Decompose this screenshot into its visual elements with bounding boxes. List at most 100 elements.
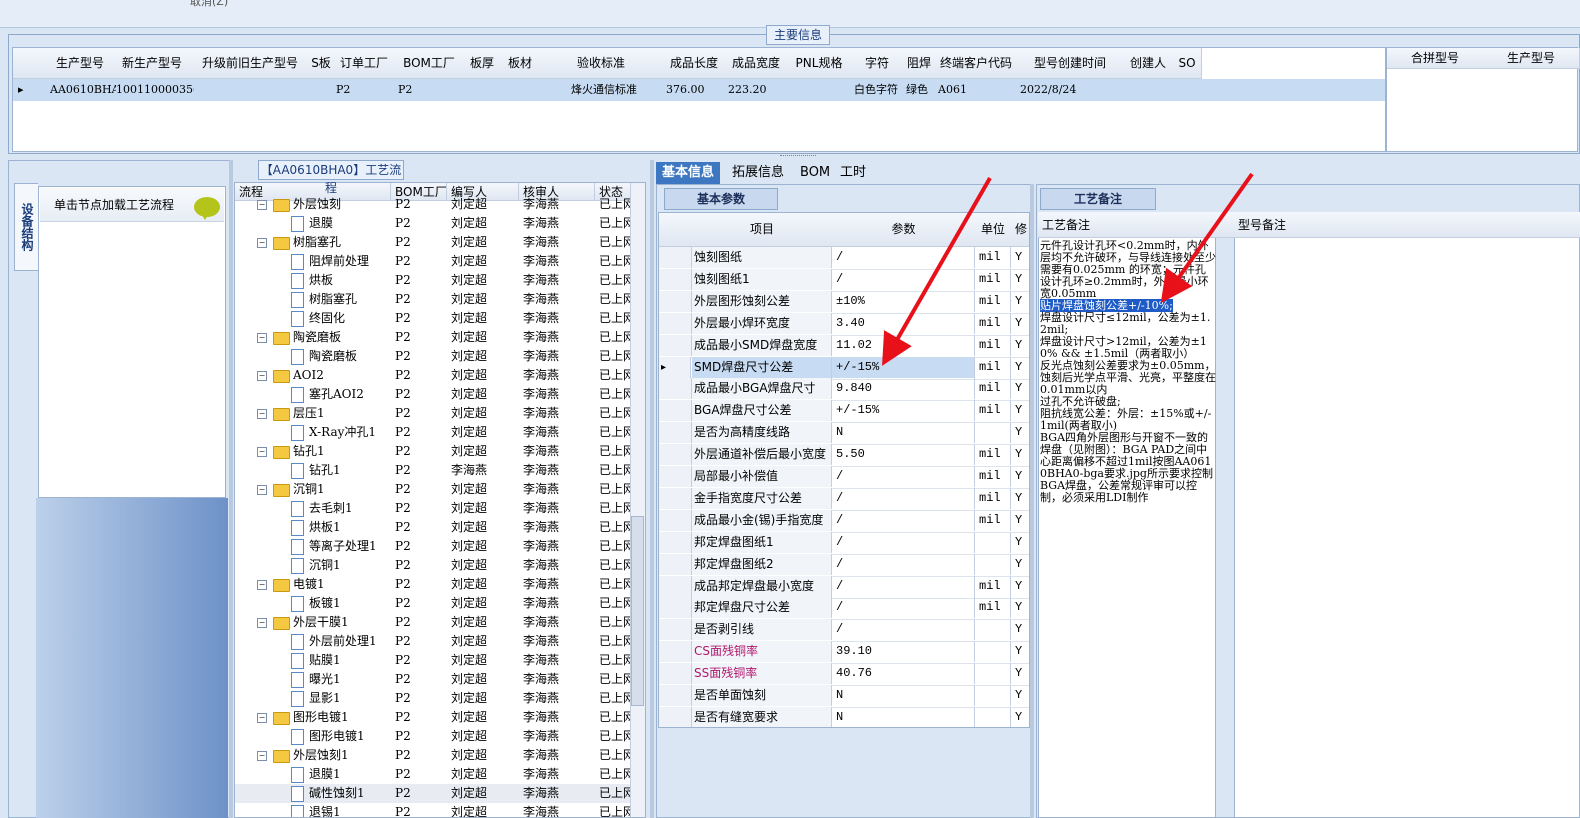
expand-toggle-icon[interactable]: −: [257, 447, 267, 457]
tree-node-name[interactable]: 陶瓷磨板: [293, 328, 391, 347]
tree-row[interactable]: 烘板1 P2 刘定超 李海燕 已上网: [235, 518, 631, 537]
param-value-cell[interactable]: /: [832, 575, 975, 597]
tree-row[interactable]: 显影1 P2 刘定超 李海燕 已上网: [235, 689, 631, 708]
expand-toggle-icon[interactable]: −: [257, 751, 267, 761]
tree-node-name[interactable]: 碱性蚀刻1: [309, 784, 391, 803]
expand-toggle-icon[interactable]: −: [257, 371, 267, 381]
param-row[interactable]: 蚀刻图纸 / mil Y: [659, 247, 1029, 270]
param-value-cell[interactable]: N: [832, 422, 975, 444]
row-selector[interactable]: [659, 247, 692, 268]
tree-row[interactable]: − AOI2 P2 刘定超 李海燕 已上网: [235, 366, 631, 385]
param-row[interactable]: SS面残铜率 40.76 Y: [659, 663, 1029, 687]
grid-corner-cell[interactable]: [659, 213, 693, 247]
table-cell[interactable]: [1173, 79, 1204, 101]
column-header[interactable]: 验收标准: [539, 48, 664, 79]
column-header[interactable]: 终端客户代码: [935, 48, 1018, 79]
param-row[interactable]: 邦定焊盘图纸2/ Y: [659, 553, 1029, 577]
row-selector[interactable]: [659, 466, 692, 487]
param-value-cell[interactable]: /: [832, 597, 975, 619]
tree-node-name[interactable]: 沉铜1: [293, 480, 391, 499]
tree-row[interactable]: 沉铜1 P2 刘定超 李海燕 已上网: [235, 556, 631, 575]
cancel-menu-hint[interactable]: 取消(Z): [190, 0, 228, 9]
expand-toggle-icon[interactable]: −: [257, 409, 267, 419]
row-selector[interactable]: [659, 641, 692, 663]
tree-row[interactable]: X-Ray冲孔1 P2 刘定超 李海燕 已上网: [235, 423, 631, 442]
tree-row[interactable]: 贴膜1 P2 刘定超 李海燕 已上网: [235, 651, 631, 670]
tree-row[interactable]: 退膜1 P2 刘定超 李海燕 已上网: [235, 765, 631, 784]
tree-node-name[interactable]: 烘板1: [309, 518, 391, 537]
table-cell[interactable]: 白色字符: [851, 79, 906, 101]
table-row[interactable]: ▸ AA0610BHA010011000035670 P2P2 烽火通信标准376.0…: [13, 79, 1385, 101]
column-header[interactable]: SO: [1173, 48, 1202, 79]
tree-node-name[interactable]: 外层前处理1: [309, 632, 391, 651]
tree-node-name[interactable]: 树脂塞孔: [293, 233, 391, 252]
param-row[interactable]: 成品邦定焊盘最小宽度 / mil Y: [659, 575, 1029, 599]
column-header[interactable]: 生产型号: [1483, 48, 1580, 69]
row-selector[interactable]: [659, 685, 692, 706]
table-cell[interactable]: 223.20: [725, 79, 790, 101]
tree-row[interactable]: − 钻孔1 P2 刘定超 李海燕 已上网: [235, 442, 631, 461]
param-value-cell[interactable]: N: [832, 685, 975, 706]
param-value-cell[interactable]: /: [832, 247, 975, 268]
tree-row[interactable]: 退膜 P2 刘定超 李海燕 已上网: [235, 214, 631, 233]
tree-node-name[interactable]: 退膜1: [309, 765, 391, 784]
table-cell[interactable]: [191, 79, 312, 101]
param-row[interactable]: 成品最小金(锡)手指宽度 / mil Y: [659, 509, 1029, 533]
param-value-cell[interactable]: /: [832, 509, 975, 531]
tree-row[interactable]: − 电镀1 P2 刘定超 李海燕 已上网: [235, 575, 631, 594]
row-selector[interactable]: [659, 509, 692, 531]
param-value-cell[interactable]: 40.76: [832, 663, 975, 685]
tree-row[interactable]: − 外层蚀刻1 P2 刘定超 李海燕 已上网: [235, 746, 631, 765]
tab-basic-info[interactable]: 基本信息: [656, 162, 721, 184]
tree-scrollbar-thumb[interactable]: [631, 516, 644, 706]
param-row[interactable]: 成品最小BGA焊盘尺寸 9.840 mil Y: [659, 378, 1029, 402]
table-cell[interactable]: P2: [395, 79, 466, 101]
expand-toggle-icon[interactable]: −: [257, 238, 267, 248]
tree-node-name[interactable]: 沉铜1: [309, 556, 391, 575]
expand-toggle-icon[interactable]: −: [257, 580, 267, 590]
column-header[interactable]: PNL规格: [787, 48, 852, 79]
column-header[interactable]: 阻焊: [903, 48, 936, 79]
model-remarks-box[interactable]: [1234, 212, 1580, 818]
row-selector[interactable]: [659, 400, 692, 422]
tree-row[interactable]: − 外层蚀刻 P2 刘定超 李海燕 已上网: [235, 195, 631, 214]
expand-toggle-icon[interactable]: −: [257, 485, 267, 495]
param-row[interactable]: 外层图形蚀刻公差 ±10% mil Y: [659, 290, 1029, 314]
tree-row[interactable]: 阻焊前处理 P2 刘定超 李海燕 已上网: [235, 252, 631, 271]
row-selector[interactable]: [659, 706, 692, 727]
table-cell[interactable]: 烽火通信标准: [539, 79, 666, 101]
param-value-cell[interactable]: +/-15%: [832, 400, 975, 422]
param-value-cell[interactable]: /: [832, 487, 975, 509]
param-row[interactable]: 金手指宽度尺寸公差 / mil Y: [659, 487, 1029, 511]
param-value-cell[interactable]: 9.840: [832, 378, 975, 400]
left-splitter[interactable]: [229, 160, 233, 818]
tree-node-name[interactable]: 外层干膜1: [293, 613, 391, 632]
table-cell[interactable]: [309, 79, 336, 101]
tree-node-name[interactable]: 层压1: [293, 404, 391, 423]
param-row[interactable]: 外层最小焊环宽度 3.40 mil Y: [659, 312, 1029, 336]
param-value-cell[interactable]: ±10%: [832, 290, 975, 312]
tree-node-name[interactable]: 阻焊前处理: [309, 252, 391, 271]
param-value-cell[interactable]: 39.10: [832, 641, 975, 663]
column-header[interactable]: 参数: [832, 213, 976, 247]
param-row[interactable]: 是否剥引线 / Y: [659, 619, 1029, 643]
tree-node-name[interactable]: 图形电镀1: [293, 708, 391, 727]
tab-process-remarks[interactable]: 工艺备注: [1040, 188, 1156, 210]
table-cell[interactable]: AA0610BHA0: [47, 79, 116, 101]
table-cell[interactable]: 绿色: [903, 79, 938, 101]
row-selector[interactable]: [659, 487, 692, 509]
row-selector[interactable]: [659, 378, 692, 400]
tree-row[interactable]: 碱性蚀刻1 P2 刘定超 李海燕 已上网: [235, 784, 631, 803]
grid-corner-cell[interactable]: [13, 48, 48, 79]
table-cell[interactable]: A061: [935, 79, 1020, 101]
column-header[interactable]: 型号创建时间: [1017, 48, 1124, 79]
tree-node-name[interactable]: 陶瓷磨板: [309, 347, 391, 366]
row-selector[interactable]: [659, 444, 692, 466]
param-row[interactable]: 是否有缝宽要求 N Y: [659, 706, 1029, 727]
column-header[interactable]: 项目: [692, 213, 833, 247]
row-selector[interactable]: [659, 531, 692, 553]
row-selector[interactable]: [659, 312, 692, 334]
tree-row[interactable]: 板镀1 P2 刘定超 李海燕 已上网: [235, 594, 631, 613]
column-header[interactable]: 字符: [851, 48, 904, 79]
tree-row[interactable]: 外层前处理1 P2 刘定超 李海燕 已上网: [235, 632, 631, 651]
